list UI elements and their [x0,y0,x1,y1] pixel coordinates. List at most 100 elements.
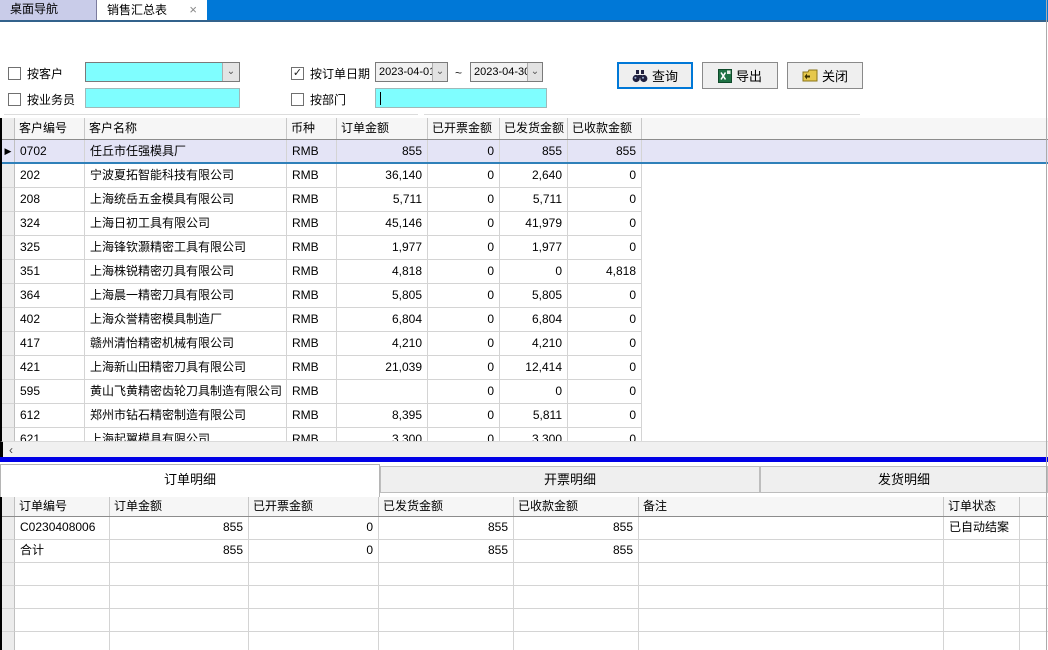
row-filler [642,308,1048,332]
table-row[interactable]: 621上海起翼模具有限公司RMB3,30003,3000 [2,428,1048,441]
grid-cell [944,586,1020,609]
empty-row[interactable] [2,586,1048,609]
grid-cell: RMB [287,236,337,260]
table-row[interactable]: 595黄山飞黄精密齿轮刀具制造有限公司RMB000 [2,380,1048,404]
row-selector-cell[interactable] [2,586,15,609]
close-tab-icon[interactable]: × [189,1,197,19]
grid-cell: 1,977 [500,236,568,260]
salesman-input[interactable] [85,88,240,108]
row-selector-cell[interactable] [2,188,15,212]
row-selector-cell[interactable] [2,517,15,540]
tab-sales-summary[interactable]: 销售汇总表 × [97,0,207,20]
customer-combobox[interactable]: ⌄ [85,62,240,82]
column-header[interactable]: 币种 [287,118,337,139]
grid-cell: 0 [428,164,500,188]
empty-row[interactable] [2,609,1048,632]
row-selector-cell[interactable] [2,284,15,308]
row-selector-cell[interactable] [2,212,15,236]
row-selector-cell[interactable] [2,236,15,260]
row-filler [1020,540,1048,563]
column-header[interactable]: 订单金额 [337,118,428,139]
column-header[interactable]: 客户编号 [15,118,85,139]
column-header[interactable]: 订单金额 [110,497,249,516]
by-order-date-checkbox[interactable]: ✓ [291,67,304,80]
table-row[interactable]: 421上海新山田精密刀具有限公司RMB21,039012,4140 [2,356,1048,380]
row-selector-cell[interactable] [2,380,15,404]
column-header[interactable]: 备注 [639,497,944,516]
by-customer-checkbox[interactable] [8,67,21,80]
date-to-combobox[interactable]: 2023-04-30 ⌄ [470,62,543,82]
tab-order-detail[interactable]: 订单明细 [0,464,380,497]
column-header[interactable]: 已发货金额 [379,497,514,516]
grid-cell: 上海晨一精密刀具有限公司 [85,284,287,308]
chevron-down-icon[interactable]: ⌄ [432,63,447,81]
table-row[interactable]: 612郑州市钻石精密制造有限公司RMB8,39505,8110 [2,404,1048,428]
window-tab-strip: 桌面导航 销售汇总表 × [0,0,1048,20]
grid-cell [514,563,639,586]
grid-cell: 855 [514,517,639,540]
department-input[interactable] [375,88,547,108]
table-row[interactable]: 325上海锋钦灏精密工具有限公司RMB1,97701,9770 [2,236,1048,260]
scroll-left-icon[interactable]: ‹ [9,443,13,457]
grid-cell: 4,818 [568,260,642,284]
table-row[interactable]: 402上海众誉精密模具制造厂RMB6,80406,8040 [2,308,1048,332]
grid-cell: 351 [15,260,85,284]
column-header[interactable]: 订单编号 [15,497,110,516]
row-selector-cell[interactable] [2,563,15,586]
row-selector-cell[interactable] [2,332,15,356]
column-header[interactable]: 客户名称 [85,118,287,139]
chevron-down-icon[interactable]: ⌄ [222,63,239,81]
by-salesman-checkbox[interactable] [8,93,21,106]
date-from-combobox[interactable]: 2023-04-01 ⌄ [375,62,448,82]
row-selector-cell[interactable] [2,632,15,650]
grid-cell: 赣州清怡精密机械有限公司 [85,332,287,356]
chevron-down-icon[interactable]: ⌄ [527,63,542,81]
tab-shipment-detail[interactable]: 发货明细 [760,466,1048,493]
grid-cell: 595 [15,380,85,404]
grid-cell [639,586,944,609]
tab-invoice-detail[interactable]: 开票明细 [380,466,760,493]
close-button[interactable]: 关闭 [787,62,863,89]
row-selector-cell[interactable] [2,404,15,428]
table-row[interactable]: 合计8550855855 [2,540,1048,563]
horizontal-scrollbar[interactable]: ‹ [0,441,1048,457]
by-customer-label: 按客户 [27,65,63,82]
row-selector-cell[interactable] [2,164,15,188]
grid-cell [639,517,944,540]
row-selector-cell[interactable] [2,260,15,284]
table-row[interactable]: 208上海统岳五金模具有限公司RMB5,71105,7110 [2,188,1048,212]
empty-row[interactable] [2,632,1048,650]
grid-cell: 上海众誉精密模具制造厂 [85,308,287,332]
window-right-border [1046,0,1047,650]
empty-row[interactable] [2,563,1048,586]
column-header[interactable]: 已开票金额 [249,497,379,516]
export-button[interactable]: 导出 [702,62,778,89]
row-selector-cell[interactable] [2,308,15,332]
grid-cell: 0 [500,380,568,404]
column-header[interactable]: 已发货金额 [500,118,568,139]
column-header[interactable]: 已收款金额 [514,497,639,516]
grid-cell: 855 [568,140,642,162]
grid-cell [15,632,110,650]
by-department-checkbox[interactable] [291,93,304,106]
grid-cell: RMB [287,140,337,162]
row-selector-cell[interactable] [2,356,15,380]
query-button[interactable]: 查询 [617,62,693,89]
row-selector-cell[interactable] [2,428,15,441]
tab-desktop-navigation[interactable]: 桌面导航 [0,0,97,20]
table-row[interactable]: 324上海日初工具有限公司RMB45,146041,9790 [2,212,1048,236]
table-row[interactable]: ▶0702任丘市任强模具厂RMB8550855855 [2,140,1048,164]
table-row[interactable]: C02304080068550855855已自动结案 [2,517,1048,540]
table-row[interactable]: 351上海株锐精密刃具有限公司RMB4,818004,818 [2,260,1048,284]
row-selector-cell[interactable] [2,609,15,632]
row-selector-cell[interactable] [2,540,15,563]
column-header[interactable]: 已收款金额 [568,118,642,139]
table-row[interactable]: 202宁波夏拓智能科技有限公司RMB36,14002,6400 [2,164,1048,188]
current-row-arrow-icon[interactable]: ▶ [2,140,15,162]
table-row[interactable]: 417赣州清怡精密机械有限公司RMB4,21004,2100 [2,332,1048,356]
row-filler [642,380,1048,404]
column-header[interactable]: 订单状态 [944,497,1020,516]
table-row[interactable]: 364上海晨一精密刀具有限公司RMB5,80505,8050 [2,284,1048,308]
column-header[interactable]: 已开票金额 [428,118,500,139]
splitter-bar[interactable] [0,457,1048,462]
